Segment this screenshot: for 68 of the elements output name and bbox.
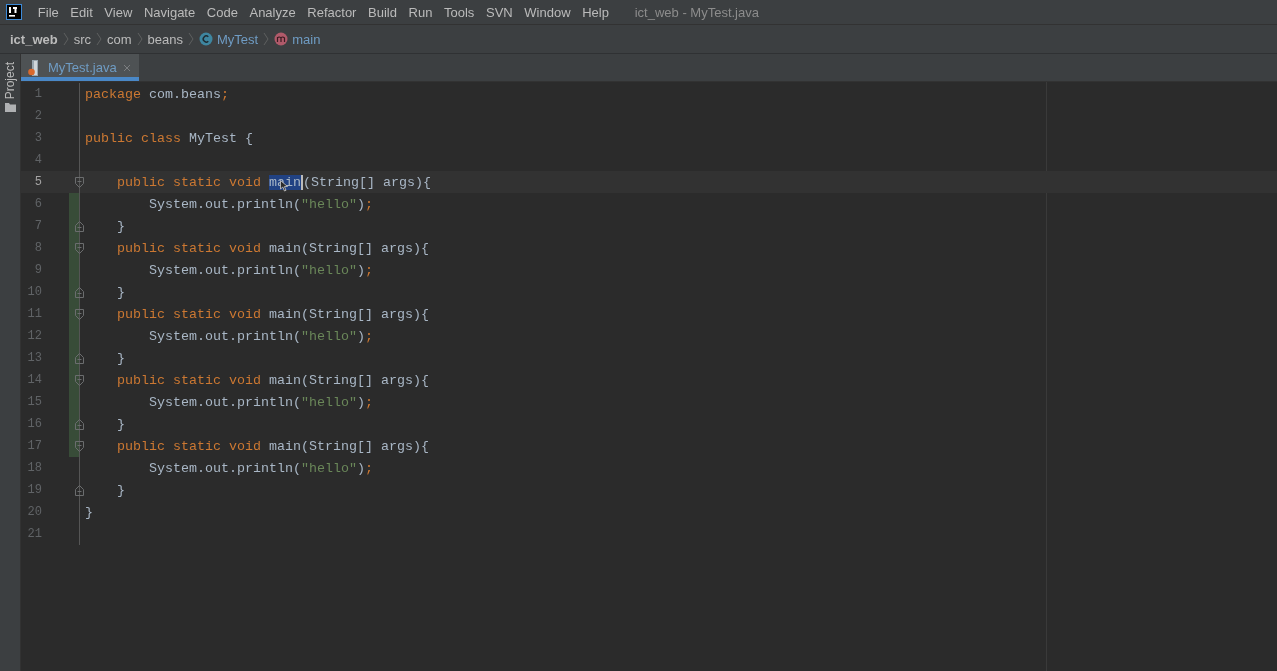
menu-item[interactable]: Code [201,4,244,20]
menu-item[interactable]: SVN [480,4,519,20]
code-line: } [116,482,125,498]
line-number: 3 [33,131,42,145]
line-number: 16 [26,417,42,431]
line-number: 6 [33,197,42,211]
code-line: } [116,218,125,234]
line-number: 4 [33,153,42,167]
code-line: System.out.println("hello"); [148,328,373,344]
chevron-icon [62,32,69,46]
line-number: 14 [26,373,42,387]
code-line: public static void main(String[] args){ [116,438,429,454]
menu-item[interactable]: Build [362,4,403,20]
chevron-icon [188,32,194,46]
line-number: 15 [26,395,42,409]
code-line: System.out.println("hello"); [148,262,373,278]
menu-item[interactable]: File [32,4,65,20]
menu-item[interactable]: Help [576,4,615,20]
line-number: 8 [33,241,42,255]
code-line: } [116,284,125,300]
menu-item[interactable]: Navigate [138,4,201,20]
code-line: System.out.println("hello"); [148,394,373,410]
menu-item[interactable]: Window [518,4,577,20]
line-number: 21 [26,527,42,541]
line-number: 13 [26,351,42,365]
line-number: 1 [33,87,42,101]
line-number: 17 [26,439,42,453]
menu-item[interactable]: Tools [438,4,481,20]
line-number: 11 [26,307,42,321]
menu-item[interactable]: Edit [64,4,99,20]
line-number: 2 [33,109,42,123]
breadcrumb-item[interactable]: ict_web [10,31,63,47]
code-line: } [116,350,125,366]
line-number: 7 [33,219,42,233]
breadcrumb-item[interactable]: com [102,31,137,47]
breadcrumb-item[interactable]: src [68,31,97,47]
menu-item[interactable]: Analyze [243,4,302,20]
breadcrumb-item[interactable]: MyTest [194,31,264,47]
line-number: 12 [26,329,42,343]
line-number: 18 [26,461,42,475]
window-title: ict_web - MyTest.java [634,4,759,20]
code-line: public static void main(String[] args){ [116,240,429,256]
menu-item[interactable]: Run [402,4,439,20]
code-line: public static void main(String[] args){ [116,306,429,322]
line-number: 10 [26,285,42,299]
code-line: public class MyTest { [85,130,253,146]
chevron-icon [96,32,103,46]
menu-item[interactable]: View [98,4,139,20]
chevron-icon [136,32,143,46]
tool-window-button[interactable]: Project [0,54,20,113]
line-number: 19 [26,483,42,497]
class-icon [199,32,213,46]
code-line: package com.beans; [85,86,229,102]
menu-item[interactable]: Refactor [301,4,363,20]
line-number: 5 [33,175,42,189]
code-line: } [85,504,93,520]
code-line: System.out.println("hello"); [148,460,373,476]
breadcrumb-item[interactable]: main [269,31,326,47]
code-line: } [116,416,125,432]
line-number: 20 [26,505,42,519]
line-number: 9 [33,263,42,277]
code-line: System.out.println("hello"); [148,196,373,212]
breadcrumb-item[interactable]: beans [142,31,188,47]
code-line: public static void main(String[] args){ [116,372,429,388]
method-icon [274,32,289,46]
chevron-icon [263,32,270,46]
folder-icon [4,103,16,113]
app-logo-icon [6,4,22,20]
